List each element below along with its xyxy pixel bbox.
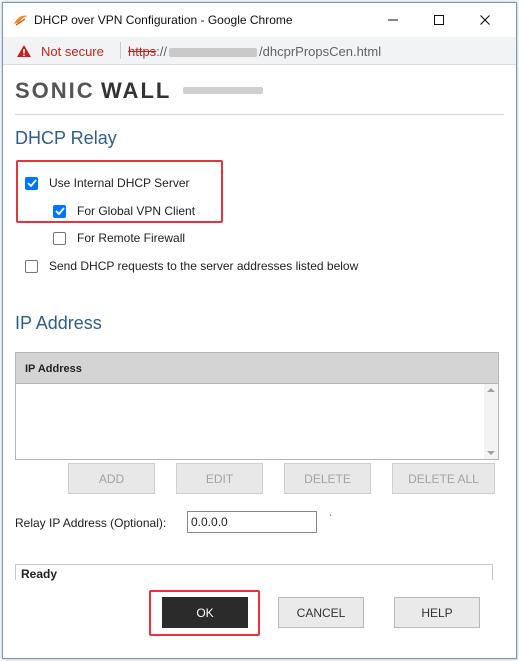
sonicwall-logo: SONIC WALL	[15, 77, 175, 109]
minimize-icon	[388, 19, 398, 21]
relay-ip-input[interactable]	[187, 511, 317, 533]
maximize-button[interactable]	[416, 3, 462, 37]
address-bar[interactable]: Not secure https:// /dhcprPropsCen.html	[3, 37, 516, 65]
url-separator	[120, 42, 121, 59]
table-scrollbar[interactable]	[484, 384, 498, 459]
remote-firewall-checkbox[interactable]	[53, 231, 66, 245]
option-send-dhcp-requests[interactable]: Send DHCP requests to the server address…	[25, 259, 358, 273]
edit-button[interactable]: EDIT	[176, 463, 263, 494]
global-vpn-client-checkbox[interactable]	[53, 204, 66, 218]
url-host-redacted	[169, 48, 258, 58]
svg-text:SONIC: SONIC	[15, 78, 95, 103]
svg-text:WALL: WALL	[101, 78, 171, 103]
use-internal-dhcp-label: Use Internal DHCP Server	[49, 176, 190, 190]
url-scheme: https	[128, 44, 157, 59]
browser-window: DHCP over VPN Configuration - Google Chr…	[2, 2, 517, 659]
send-dhcp-requests-checkbox[interactable]	[25, 259, 38, 273]
scroll-up-icon[interactable]	[487, 388, 495, 392]
close-button[interactable]	[462, 3, 508, 37]
title-bar: DHCP over VPN Configuration - Google Chr…	[3, 3, 516, 37]
relay-ip-label: Relay IP Address (Optional):	[15, 516, 167, 530]
sonicwall-logo-graphic: SONIC WALL	[15, 78, 171, 103]
scroll-down-icon[interactable]	[487, 451, 495, 455]
url-text[interactable]: https:// /dhcprPropsCen.html	[128, 44, 381, 59]
checkmark-icon	[54, 207, 65, 215]
warning-icon[interactable]	[16, 44, 32, 58]
not-secure-label[interactable]: Not secure	[41, 44, 104, 59]
minimize-button[interactable]	[370, 3, 416, 37]
ip-address-table[interactable]: IP Address	[15, 352, 499, 460]
model-name-redacted	[183, 87, 263, 94]
remote-firewall-label: For Remote Firewall	[77, 231, 186, 245]
maximize-icon	[434, 15, 444, 25]
use-internal-dhcp-checkbox[interactable]	[25, 176, 38, 190]
checkmark-icon	[26, 179, 37, 187]
window-title: DHCP over VPN Configuration - Google Chr…	[34, 13, 293, 27]
close-icon	[480, 15, 490, 25]
dhcp-relay-heading: DHCP Relay	[15, 128, 117, 148]
cancel-button[interactable]: CANCEL	[278, 597, 364, 628]
delete-all-button[interactable]: DELETE ALL	[392, 463, 495, 494]
tick-mark-icon: ˋ	[329, 514, 333, 525]
ip-address-column-header[interactable]: IP Address	[16, 353, 498, 384]
ok-button[interactable]: OK	[162, 597, 248, 628]
send-dhcp-requests-label: Send DHCP requests to the server address…	[49, 259, 359, 273]
add-button[interactable]: ADD	[68, 463, 155, 494]
chrome-icon	[13, 13, 29, 27]
ip-address-heading: IP Address	[15, 313, 102, 333]
help-button[interactable]: HELP	[394, 597, 480, 628]
delete-button[interactable]: DELETE	[284, 463, 371, 494]
url-path: /dhcprPropsCen.html	[259, 44, 382, 59]
global-vpn-client-label: For Global VPN Client	[77, 204, 196, 218]
option-global-vpn-client[interactable]: For Global VPN Client	[53, 204, 195, 218]
option-use-internal-dhcp[interactable]: Use Internal DHCP Server	[25, 176, 190, 190]
option-remote-firewall[interactable]: For Remote Firewall	[53, 231, 185, 245]
status-bar: Ready	[15, 564, 493, 581]
url-prefix: ://	[156, 44, 168, 59]
header-divider	[15, 114, 504, 115]
